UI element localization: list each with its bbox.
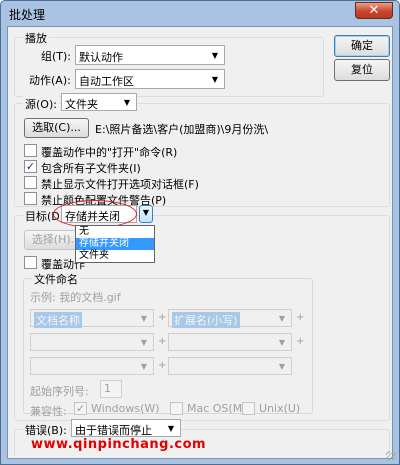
chevron-down-icon: ▼ (167, 424, 175, 433)
naming-field-6[interactable]: ▼ (168, 357, 292, 375)
play-group: 播放 组(T): 默认动作 ▼ 动作(A): 自动工作区 ▼ (14, 30, 324, 97)
batch-dialog: 批处理 ✕ 播放 组(T): 默认动作 ▼ 动作(A): 自动工作区 ▼ 确定 … (0, 0, 400, 465)
errors-value: 由于错误而停止 (75, 424, 152, 437)
play-legend: 播放 (23, 30, 49, 46)
window-title: 批处理 (9, 8, 46, 22)
action-select[interactable]: 自动工作区 ▼ (75, 69, 225, 89)
errors-label: 错误(B): (23, 422, 69, 438)
serial-input[interactable]: 1 (100, 380, 122, 398)
source-path: E:\照片备选\客户(加盟商)\9月份洗\ (95, 123, 269, 136)
source-choose-button[interactable]: 选取(C)... (24, 118, 89, 138)
source-value: 文件夹 (65, 98, 98, 111)
naming-example: 示例: 我的文档.gif (30, 291, 121, 304)
naming-field-4[interactable]: ▼ (168, 333, 292, 351)
title-bar: 批处理 ✕ (1, 1, 399, 25)
action-label: 动作(A): (29, 74, 71, 87)
plus-sign: + (158, 360, 167, 371)
watermark-text: www.qinpinchang.com (31, 437, 207, 452)
override-open-label: 覆盖动作中的"打开"命令(R) (41, 146, 178, 159)
checkbox-box (24, 176, 37, 189)
chevron-down-icon: ▼ (211, 75, 219, 84)
errors-select[interactable]: 由于错误而停止 ▼ (71, 419, 181, 437)
dropdown-option-save-close[interactable]: 存储并关闭 (76, 238, 154, 250)
set-select[interactable]: 默认动作 ▼ (75, 45, 225, 65)
chevron-down-icon: ▼ (140, 362, 148, 371)
chevron-down-icon: ▼ (278, 362, 286, 371)
chevron-down-icon: ▼ (123, 98, 131, 107)
chevron-down-icon: ▼ (211, 51, 219, 60)
checkbox-box (170, 402, 183, 415)
source-select[interactable]: 文件夹 ▼ (61, 93, 137, 111)
compat-unix-label: Unix(U) (259, 402, 301, 415)
plus-sign: + (158, 336, 167, 347)
source-group: 源(O): 文件夹 ▼ 选取(C)... E:\照片备选\客户(加盟商)\9月份… (14, 93, 390, 207)
plus-sign: + (296, 336, 305, 347)
naming-field-1[interactable]: 文档名称 ▼ (30, 309, 154, 328)
checkbox-box (24, 192, 37, 205)
close-button[interactable]: ✕ (355, 2, 393, 19)
checkbox-box (24, 256, 37, 269)
naming-field-2-value: 扩展名(小写) (172, 312, 240, 328)
file-naming-group: 文件命名 示例: 我的文档.gif 文档名称 ▼ + 扩展名(小写) ▼ + ▼… (23, 271, 313, 418)
dropdown-option-folder[interactable]: 文件夹 (76, 250, 154, 262)
resize-gripper-icon[interactable] (386, 451, 396, 461)
compat-mac-label: Mac OS(M) (187, 402, 247, 415)
file-naming-legend: 文件命名 (32, 271, 80, 287)
close-icon: ✕ (368, 3, 380, 18)
set-value: 默认动作 (79, 51, 123, 64)
compat-windows-label: Windows(W) (91, 402, 160, 415)
destination-dropdown-toggle[interactable]: ▼ (139, 205, 153, 223)
ok-button[interactable]: 确定 (334, 35, 390, 57)
compat-label: 兼容性: (30, 405, 67, 418)
plus-sign: + (296, 312, 305, 323)
chevron-down-icon: ▼ (140, 338, 148, 347)
checkbox-box (24, 144, 37, 157)
source-label: 源(O): (23, 96, 59, 112)
chevron-down-icon: ▼ (278, 338, 286, 347)
chevron-down-icon: ▼ (140, 314, 148, 323)
reset-button[interactable]: 复位 (334, 59, 390, 81)
chevron-down-icon: ▼ (278, 314, 286, 323)
dropdown-option-none[interactable]: 无 (76, 226, 154, 238)
check-mark-icon: ✓ (74, 402, 87, 415)
destination-dropdown-list: 无 存储并关闭 文件夹 (75, 225, 155, 263)
naming-field-2[interactable]: 扩展名(小写) ▼ (168, 309, 292, 328)
serial-label: 起始序列号: (30, 385, 89, 398)
plus-sign: + (158, 312, 167, 323)
check-mark-icon: ✓ (24, 160, 37, 173)
highlight-ellipse (53, 200, 137, 228)
action-value: 自动工作区 (79, 75, 134, 88)
set-label: 组(T): (41, 50, 72, 63)
suppress-open-options-label: 禁止显示文件打开选项对话框(F) (41, 178, 199, 191)
naming-field-5[interactable]: ▼ (30, 357, 154, 375)
chevron-down-icon: ▼ (142, 208, 150, 217)
naming-field-3[interactable]: ▼ (30, 333, 154, 351)
checkbox-box (242, 402, 255, 415)
dialog-body: 播放 组(T): 默认动作 ▼ 动作(A): 自动工作区 ▼ 确定 复位 源(O… (7, 26, 393, 459)
destination-group: 目标(D): 存储并关闭 ▼ 选择(H)... 覆盖动作 文件命名 示例: 我的… (14, 200, 390, 421)
naming-field-1-value: 文档名称 (34, 312, 82, 328)
include-subfolders-label: 包含所有子文件夹(I) (41, 162, 141, 175)
